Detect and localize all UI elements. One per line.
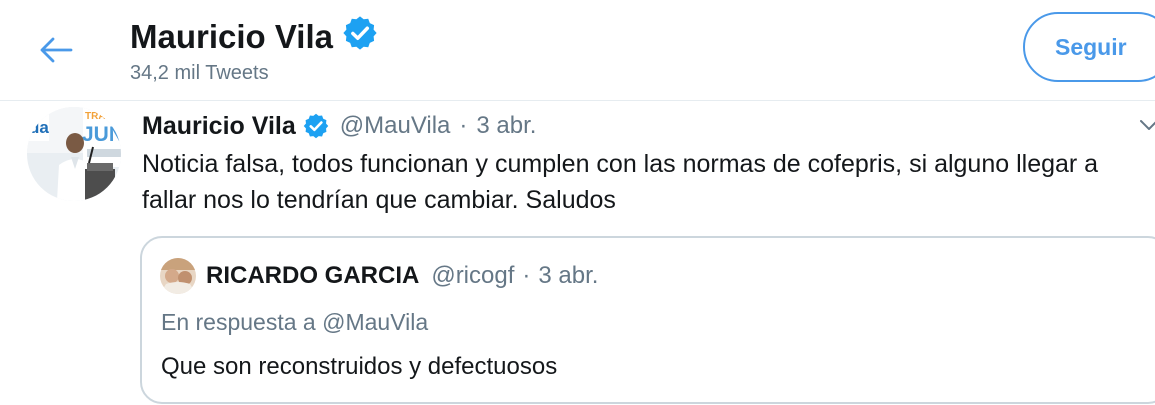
separator-dot: · (522, 262, 531, 289)
reply-prefix: En respuesta a (161, 308, 316, 335)
profile-name: Mauricio Vila (130, 18, 333, 55)
page-title: Mauricio Vila (130, 14, 379, 60)
tweet-date[interactable]: 3 abr. (476, 112, 536, 140)
back-button[interactable] (36, 30, 76, 70)
chevron-down-icon (1140, 120, 1155, 130)
tweet-text: Noticia falsa, todos funcionan y cumplen… (142, 150, 1099, 214)
quoted-tweet-date: 3 abr. (538, 262, 599, 289)
tweet-author-handle[interactable]: @MauVila (340, 112, 451, 140)
avatar[interactable] (160, 258, 196, 294)
tweet-menu-button[interactable] (1138, 114, 1155, 136)
verified-badge-icon (341, 14, 379, 60)
arrow-left-icon (40, 37, 73, 63)
tweet-author-name[interactable]: Mauricio Vila (142, 112, 296, 141)
verified-badge-icon (302, 112, 330, 140)
follow-button[interactable]: Seguir (1023, 12, 1155, 82)
tweet-header: Mauricio Vila @MauVila · 3 abr. (142, 110, 536, 142)
separator-dot: · (459, 112, 468, 139)
quoted-tweet-header: RICARDO GARCIA @ricogf · 3 abr. (206, 258, 598, 294)
reply-mention: @MauVila (322, 308, 429, 335)
twitter-profile-page: Mauricio Vila 34,2 mil Tweets Seguir da … (0, 0, 1155, 405)
avatar[interactable]: da TRA JUN (27, 107, 121, 201)
avatar-banner-text: da (29, 118, 49, 137)
quoted-author-handle: @ricogf (431, 262, 515, 289)
profile-header: Mauricio Vila 34,2 mil Tweets Seguir (0, 0, 1155, 101)
avatar-banner-text: JUN (82, 123, 121, 146)
quoted-author-name: RICARDO GARCIA (206, 262, 420, 289)
reply-context: En respuesta a @MauVila (161, 306, 428, 338)
tweet-count: 34,2 mil Tweets (130, 62, 269, 84)
quoted-tweet-text: Que son reconstruidos y defectuosos (161, 353, 558, 380)
avatar-banner-text: TRA (85, 111, 106, 122)
